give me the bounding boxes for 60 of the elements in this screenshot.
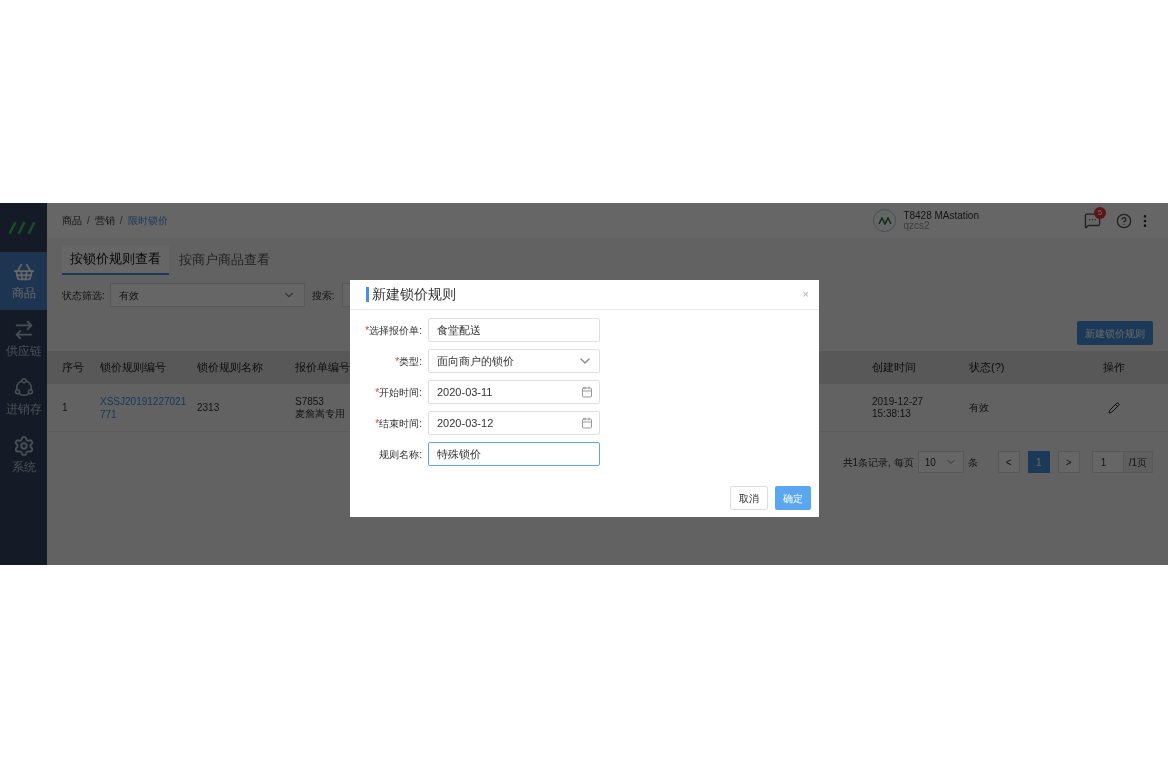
cancel-button[interactable]: 取消 [730, 486, 768, 510]
basket-icon [12, 261, 35, 283]
type-select[interactable]: 面向商户的锁价 [428, 349, 600, 373]
status-select[interactable]: 有效 [109, 283, 305, 307]
dialog-title: 新建锁价规则 [372, 285, 456, 304]
field-label: *开始时间: [374, 385, 422, 400]
pagination-summary: 共1条记录, 每页 [842, 455, 914, 470]
calendar-icon [581, 386, 593, 398]
avatar[interactable] [873, 209, 897, 232]
nodes-icon [12, 377, 35, 399]
settings-icon [12, 435, 35, 457]
chat-icon[interactable] [1084, 212, 1101, 229]
field-label: *选择报价单: [364, 323, 422, 338]
breadcrumb-item[interactable]: 限时锁价 [127, 213, 168, 228]
field-label: *类型: [394, 354, 422, 369]
filter-label: 状态筛选: [62, 288, 105, 303]
page-total: /1页 [1123, 451, 1153, 473]
page-button[interactable]: 1 [1027, 451, 1050, 473]
rule-code-link[interactable]: XSSJ20191227021771 [100, 394, 188, 421]
field-label: 规则名称: [378, 447, 422, 462]
column-header: 锁价规则编号 [100, 360, 167, 376]
breadcrumb-item[interactable]: 营销 [94, 213, 115, 228]
column-header: 状态(?) [969, 360, 1006, 376]
table-cell-text: 麦詹嵩专用 [295, 407, 346, 420]
prev-page-button[interactable]: < [997, 451, 1020, 473]
notification-badge: 5 [1094, 207, 1106, 219]
next-page-button[interactable]: > [1057, 451, 1080, 473]
tab[interactable]: 按商户商品查看 [171, 245, 278, 275]
logo-icon [877, 216, 892, 225]
breadcrumb-separator: / [87, 214, 90, 228]
page-size-select[interactable]: 10 [917, 451, 964, 473]
tab[interactable]: 按锁价规则查看 [62, 245, 169, 275]
page-jump-field[interactable]: 1 [1091, 451, 1124, 473]
title-accent [366, 287, 369, 302]
search-label: 搜索: [311, 288, 335, 303]
column-header: 操作 [1102, 360, 1126, 376]
field-label: *结束时间: [374, 416, 422, 431]
table-cell-text: 2019-12-27 15:38:13 [872, 395, 925, 420]
table-cell-text: 1 [62, 401, 69, 415]
date-field[interactable]: 2020-03-12 [428, 411, 600, 435]
account-name: T8428 MAstation [903, 210, 979, 221]
close-button[interactable]: × [802, 286, 809, 303]
column-header: 序号 [62, 360, 85, 376]
breadcrumb-separator: / [119, 214, 123, 228]
input-field[interactable]: 食堂配送 [428, 318, 600, 342]
edit-icon[interactable] [1108, 401, 1120, 414]
calendar-icon [581, 417, 593, 429]
breadcrumb-item[interactable]: 商品 [62, 213, 82, 228]
page-size-unit: 条 [967, 455, 978, 470]
sidebar-item[interactable]: 商品 [0, 252, 47, 310]
column-header: 创建时间 [872, 360, 917, 376]
confirm-button[interactable]: 确定 [775, 486, 811, 510]
date-field[interactable]: 2020-03-11 [428, 380, 600, 404]
table-cell-text: S7853 [295, 395, 325, 408]
column-header: 锁价规则名称 [197, 360, 264, 376]
table-cell-text: 2313 [197, 401, 221, 415]
table-cell-text: 有效 [969, 401, 990, 415]
column-header: 报价单编号 [295, 360, 351, 376]
help-icon[interactable] [1116, 212, 1132, 229]
input-field[interactable]: 特殊锁价 [428, 442, 600, 466]
